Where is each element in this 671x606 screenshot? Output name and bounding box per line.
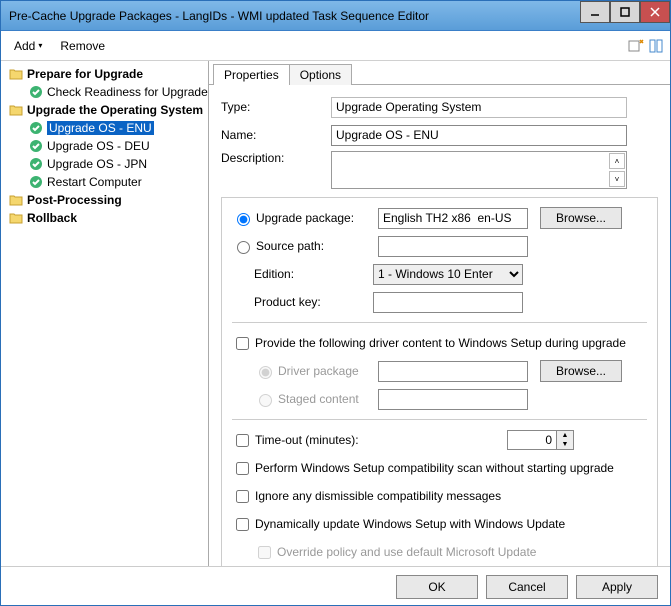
window-buttons — [580, 1, 670, 23]
compat-scan-checkbox[interactable] — [236, 462, 249, 475]
driver-package-field — [378, 361, 528, 382]
check-icon — [29, 157, 43, 171]
source-path-radio[interactable] — [237, 241, 250, 254]
staged-content-label: Staged content — [278, 392, 378, 406]
description-label: Description: — [221, 151, 331, 165]
driver-package-label: Driver package — [278, 364, 378, 378]
type-field — [331, 97, 627, 118]
driver-content-label: Provide the following driver content to … — [255, 336, 626, 350]
upgrade-group: Upgrade package: Browse... Source path: … — [221, 197, 658, 566]
content-area: Prepare for Upgrade Check Readiness for … — [1, 61, 670, 566]
override-policy-checkbox — [258, 546, 271, 559]
tree-label: Post-Processing — [27, 193, 122, 207]
add-button[interactable]: Add ▾ — [7, 35, 49, 57]
task-tree[interactable]: Prepare for Upgrade Check Readiness for … — [1, 61, 209, 566]
tab-properties[interactable]: Properties — [213, 64, 290, 85]
folder-icon — [9, 67, 23, 81]
staged-content-field — [378, 389, 528, 410]
tree-label: Restart Computer — [47, 175, 142, 189]
cancel-button[interactable]: Cancel — [486, 575, 568, 599]
tree-group-upgrade-os[interactable]: Upgrade the Operating System — [7, 101, 208, 119]
check-icon — [29, 139, 43, 153]
minimize-button[interactable] — [580, 1, 610, 23]
check-icon — [29, 85, 43, 99]
upgrade-package-label: Upgrade package: — [256, 211, 378, 225]
tab-options[interactable]: Options — [289, 64, 352, 85]
timeout-spinner[interactable]: ▲▼ — [507, 430, 574, 450]
tab-bar: Properties Options — [209, 61, 670, 85]
driver-package-radio — [259, 366, 272, 379]
check-icon — [29, 121, 43, 135]
type-label: Type: — [221, 100, 331, 114]
folder-icon — [9, 103, 23, 117]
override-policy-label: Override policy and use default Microsof… — [277, 545, 536, 559]
name-field[interactable] — [331, 125, 627, 146]
tree-group-rollback[interactable]: Rollback — [7, 209, 208, 227]
close-button[interactable] — [640, 1, 670, 23]
tree-label: Upgrade OS - JPN — [47, 157, 147, 171]
product-key-field[interactable] — [373, 292, 523, 313]
folder-icon — [9, 211, 23, 225]
new-group-icon[interactable] — [628, 38, 644, 54]
spin-up-icon[interactable]: ▲ — [557, 431, 573, 440]
tree-group-prepare[interactable]: Prepare for Upgrade — [7, 65, 208, 83]
browse-upgrade-button[interactable]: Browse... — [540, 207, 622, 229]
right-panel: Properties Options Type: Name: Descripti… — [209, 61, 670, 566]
staged-content-radio — [259, 394, 272, 407]
edition-label: Edition: — [232, 267, 373, 281]
name-label: Name: — [221, 128, 331, 142]
timeout-checkbox[interactable] — [236, 434, 249, 447]
dialog-footer: OK Cancel Apply — [1, 566, 670, 606]
product-key-label: Product key: — [232, 295, 373, 309]
tree-item-upgrade-enu[interactable]: Upgrade OS - ENU — [7, 119, 208, 137]
apply-button[interactable]: Apply — [576, 575, 658, 599]
ignore-compat-checkbox[interactable] — [236, 490, 249, 503]
maximize-button[interactable] — [610, 1, 640, 23]
timeout-field[interactable] — [507, 430, 557, 450]
tree-label: Upgrade OS - DEU — [47, 139, 150, 153]
tree-group-post-processing[interactable]: Post-Processing — [7, 191, 208, 209]
tree-item-upgrade-jpn[interactable]: Upgrade OS - JPN — [7, 155, 208, 173]
title-bar: Pre-Cache Upgrade Packages - LangIDs - W… — [1, 1, 670, 31]
tree-label: Prepare for Upgrade — [27, 67, 143, 81]
toolbar: Add ▾ Remove — [1, 31, 670, 61]
dynamic-update-label: Dynamically update Windows Setup with Wi… — [255, 517, 565, 531]
compat-scan-label: Perform Windows Setup compatibility scan… — [255, 461, 614, 475]
tree-item-restart[interactable]: Restart Computer — [7, 173, 208, 191]
upgrade-package-field — [378, 208, 528, 229]
remove-button[interactable]: Remove — [53, 35, 112, 57]
chevron-down-icon[interactable]: ˅ — [609, 171, 625, 187]
timeout-label: Time-out (minutes): — [255, 433, 507, 447]
tree-label: Check Readiness for Upgrade — [47, 85, 208, 99]
description-field[interactable]: ˄ ˅ — [331, 151, 627, 189]
upgrade-package-radio[interactable] — [237, 213, 250, 226]
source-path-field — [378, 236, 528, 257]
source-path-label: Source path: — [256, 239, 378, 253]
driver-content-checkbox[interactable] — [236, 337, 249, 350]
dynamic-update-checkbox[interactable] — [236, 518, 249, 531]
ok-button[interactable]: OK — [396, 575, 478, 599]
window-title: Pre-Cache Upgrade Packages - LangIDs - W… — [9, 9, 670, 23]
tree-label: Rollback — [27, 211, 77, 225]
tree-label: Upgrade the Operating System — [27, 103, 203, 117]
edition-select[interactable]: 1 - Windows 10 Enter — [373, 264, 523, 285]
ignore-compat-label: Ignore any dismissible compatibility mes… — [255, 489, 501, 503]
properties-tab-body: Type: Name: Description: ˄ ˅ Upgrade pac… — [209, 85, 670, 566]
folder-icon — [9, 193, 23, 207]
check-icon — [29, 175, 43, 189]
tree-item-upgrade-deu[interactable]: Upgrade OS - DEU — [7, 137, 208, 155]
tree-item-check-readiness[interactable]: Check Readiness for Upgrade — [7, 83, 208, 101]
chevron-up-icon[interactable]: ˄ — [609, 153, 625, 169]
tree-label: Upgrade OS - ENU — [47, 121, 154, 135]
chevron-down-icon: ▾ — [38, 41, 42, 50]
browse-driver-button[interactable]: Browse... — [540, 360, 622, 382]
spin-down-icon[interactable]: ▼ — [557, 440, 573, 449]
properties-icon[interactable] — [648, 38, 664, 54]
